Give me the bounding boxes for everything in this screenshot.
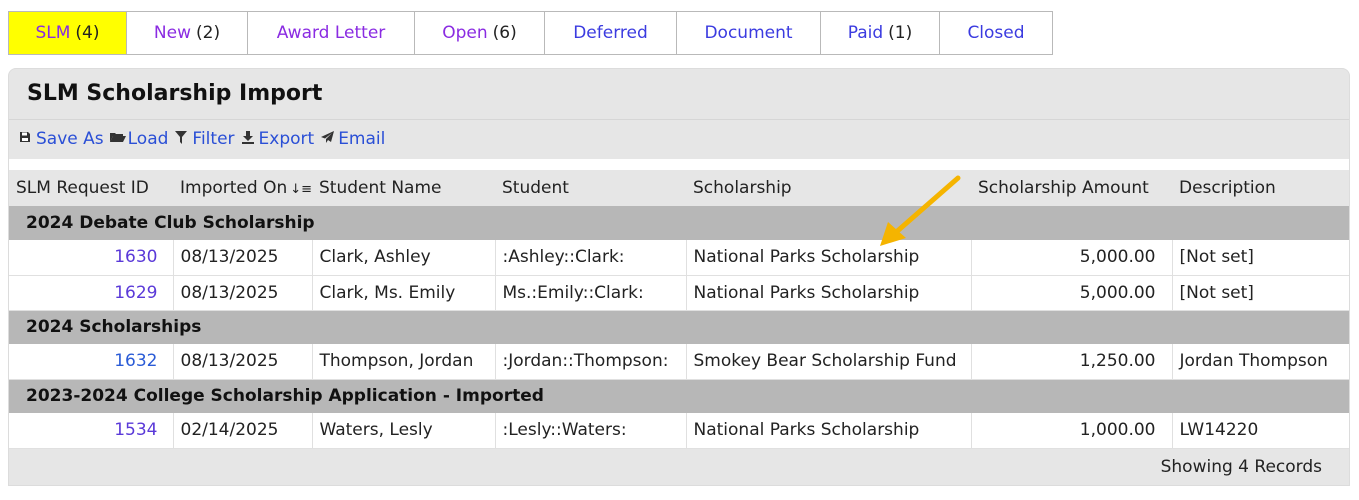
folder-open-icon [109, 131, 126, 147]
table-row: 1629 08/13/2025 Clark, Ms. Emily Ms.:Emi… [9, 275, 1349, 311]
group-label: 2024 Scholarships [9, 310, 1349, 344]
filter-button[interactable]: Filter [174, 129, 235, 149]
tab-label: Paid [847, 23, 884, 43]
request-id-cell: 1534 [9, 413, 174, 449]
student-name-cell: Clark, Ms. Emily [312, 275, 496, 311]
student-cell: Ms.:Emily::Clark: [495, 275, 687, 311]
table-row: 1630 08/13/2025 Clark, Ashley :Ashley::C… [9, 240, 1349, 276]
filter-icon [174, 130, 188, 148]
student-name-cell: Thompson, Jordan [312, 344, 496, 380]
tab-count: (4) [75, 23, 100, 43]
imported-on-cell: 08/13/2025 [173, 344, 313, 380]
load-button[interactable]: Load [109, 129, 169, 149]
description-cell: Jordan Thompson [1172, 344, 1349, 380]
column-header-student-name[interactable]: Student Name [312, 170, 495, 206]
record-count: Showing 4 Records [1160, 457, 1322, 477]
load-label: Load [127, 129, 169, 149]
save-as-label: Save As [36, 129, 104, 149]
request-id-link[interactable]: 1630 [114, 247, 157, 267]
tab-document[interactable]: Document [677, 11, 821, 55]
tab-count: (1) [888, 23, 913, 43]
student-name-cell: Waters, Lesly [312, 413, 496, 449]
export-button[interactable]: Export [241, 129, 315, 149]
column-header-scholarship-amount[interactable]: Scholarship Amount [971, 170, 1172, 206]
request-id-link[interactable]: 1629 [114, 283, 157, 303]
description-cell: [Not set] [1172, 275, 1349, 311]
tab-label: Closed [967, 23, 1025, 43]
imported-on-cell: 02/14/2025 [173, 413, 313, 449]
tab-new[interactable]: New (2) [127, 11, 248, 55]
request-id-cell: 1630 [9, 240, 174, 276]
tab-count: (6) [492, 23, 517, 43]
page-title: SLM Scholarship Import [27, 81, 323, 106]
tab-award-letter[interactable]: Award Letter [248, 11, 415, 55]
tab-count: (2) [196, 23, 221, 43]
tab-bar: SLM (4) New (2) Award Letter Open (6) Defer… [8, 11, 1053, 55]
amount-cell: 5,000.00 [971, 275, 1173, 311]
tab-label: New [153, 23, 191, 43]
amount-cell: 1,250.00 [971, 344, 1173, 380]
scholarship-cell: National Parks Scholarship [686, 413, 972, 449]
description-cell: LW14220 [1172, 413, 1349, 449]
request-id-cell: 1632 [9, 344, 174, 380]
email-label: Email [338, 129, 386, 149]
table-row: 1534 02/14/2025 Waters, Lesly :Lesly::Wa… [9, 413, 1349, 449]
scholarship-cell: Smokey Bear Scholarship Fund [686, 344, 972, 380]
group-row: 2024 Scholarships [9, 310, 1349, 344]
group-label: 2023-2024 College Scholarship Applicatio… [9, 379, 1349, 413]
amount-cell: 5,000.00 [971, 240, 1173, 276]
divider [9, 119, 1349, 120]
filter-label: Filter [192, 129, 235, 149]
description-cell: [Not set] [1172, 240, 1349, 276]
column-header-description[interactable]: Description [1172, 170, 1349, 206]
email-button[interactable]: Email [320, 129, 385, 149]
toolbar: Save As Load Filter Export Email [18, 128, 391, 150]
scholarship-cell: National Parks Scholarship [686, 275, 972, 311]
student-cell: :Ashley::Clark: [495, 240, 687, 276]
group-row: 2023-2024 College Scholarship Applicatio… [9, 379, 1349, 413]
tab-label: SLM [35, 23, 71, 43]
column-header-label: Imported On [180, 178, 288, 198]
group-row: 2024 Debate Club Scholarship [9, 206, 1349, 240]
column-header-imported-on[interactable]: Imported On ↓≡ [173, 170, 312, 206]
imported-on-cell: 08/13/2025 [173, 275, 313, 311]
column-header-scholarship[interactable]: Scholarship [686, 170, 971, 206]
request-id-link[interactable]: 1534 [114, 420, 157, 440]
tab-label: Award Letter [276, 23, 386, 43]
tab-label: Document [704, 23, 793, 43]
student-cell: :Lesly::Waters: [495, 413, 687, 449]
student-name-cell: Clark, Ashley [312, 240, 496, 276]
amount-cell: 1,000.00 [971, 413, 1173, 449]
column-header-student[interactable]: Student [495, 170, 686, 206]
export-label: Export [258, 129, 315, 149]
table-row: 1632 08/13/2025 Thompson, Jordan :Jordan… [9, 344, 1349, 380]
request-id-cell: 1629 [9, 275, 174, 311]
report-panel: SLM Scholarship Import Save As Load Filt… [8, 68, 1350, 486]
sort-desc-icon: ↓≡ [290, 182, 313, 197]
group-label: 2024 Debate Club Scholarship [9, 206, 1349, 240]
column-header-slm-request-id[interactable]: SLM Request ID [9, 170, 173, 206]
table-header-row: SLM Request ID Imported On ↓≡ Student Nam… [9, 170, 1349, 206]
tab-closed[interactable]: Closed [940, 11, 1053, 55]
tab-paid[interactable]: Paid (1) [821, 11, 940, 55]
scholarship-cell: National Parks Scholarship [686, 240, 972, 276]
tab-slm[interactable]: SLM (4) [8, 11, 127, 55]
email-icon [320, 131, 334, 147]
tab-label: Deferred [573, 23, 648, 43]
spacer [9, 159, 1349, 170]
tab-deferred[interactable]: Deferred [545, 11, 677, 55]
save-icon [18, 131, 32, 147]
student-cell: :Jordan::Thompson: [495, 344, 687, 380]
request-id-link[interactable]: 1632 [114, 351, 157, 371]
export-icon [241, 130, 255, 148]
tab-label: Open [442, 23, 488, 43]
results-table: SLM Request ID Imported On ↓≡ Student Nam… [9, 170, 1349, 449]
imported-on-cell: 08/13/2025 [173, 240, 313, 276]
save-as-button[interactable]: Save As [18, 129, 104, 149]
tab-open[interactable]: Open (6) [415, 11, 545, 55]
